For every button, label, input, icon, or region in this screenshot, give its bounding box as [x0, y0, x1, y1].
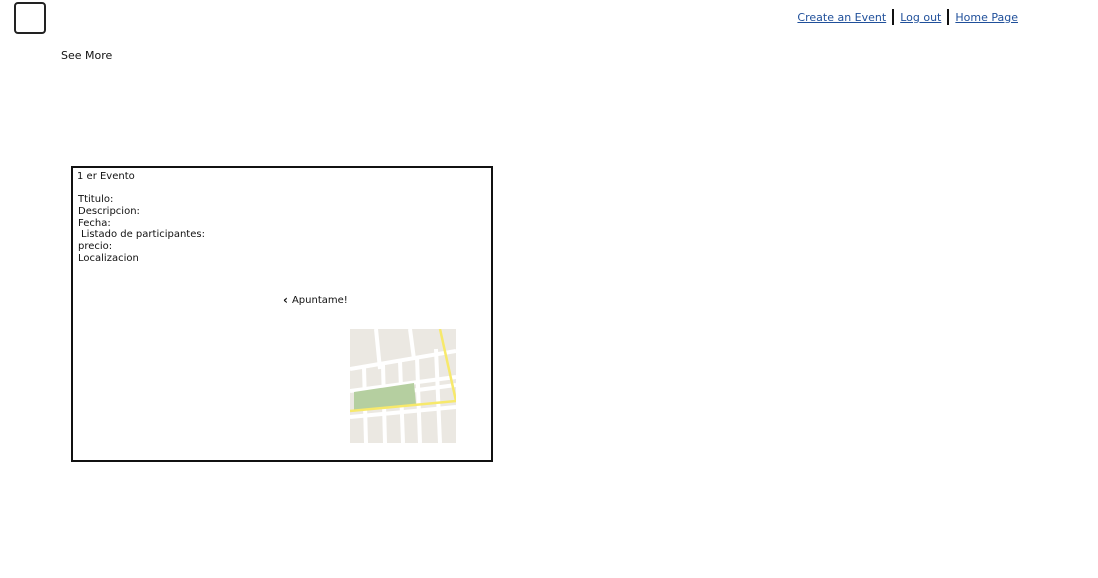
home-page-link[interactable]: Home Page — [955, 11, 1018, 24]
chevron-left-icon: ‹ — [283, 293, 288, 307]
event-title: 1 er Evento — [77, 171, 135, 182]
field-precio: precio: — [78, 241, 113, 253]
field-fecha: Fecha: — [78, 217, 111, 229]
field-participantes: Listado de participantes: — [81, 229, 205, 241]
map-thumbnail[interactable] — [350, 329, 456, 443]
log-out-link[interactable]: Log out — [900, 11, 941, 24]
logo-placeholder — [14, 2, 46, 34]
create-event-link[interactable]: Create an Event — [797, 11, 886, 24]
event-details: Ttitulo: Descripcion: Fecha: Listado de … — [78, 194, 205, 265]
nav-divider — [947, 9, 950, 25]
join-event-button[interactable]: ‹ Apuntame! — [283, 293, 348, 307]
nav-divider — [892, 9, 895, 25]
event-card: 1 er Evento Ttitulo: Descripcion: Fecha:… — [71, 166, 493, 462]
top-navigation: Create an Event Log out Home Page — [797, 9, 1018, 25]
field-titulo: Ttitulo: — [78, 194, 114, 205]
see-more-link[interactable]: See More — [61, 49, 112, 62]
field-localizacion: Localizacion — [78, 252, 139, 264]
field-descripcion: Descripcion: — [78, 205, 140, 217]
join-button-label: Apuntame! — [291, 294, 348, 306]
